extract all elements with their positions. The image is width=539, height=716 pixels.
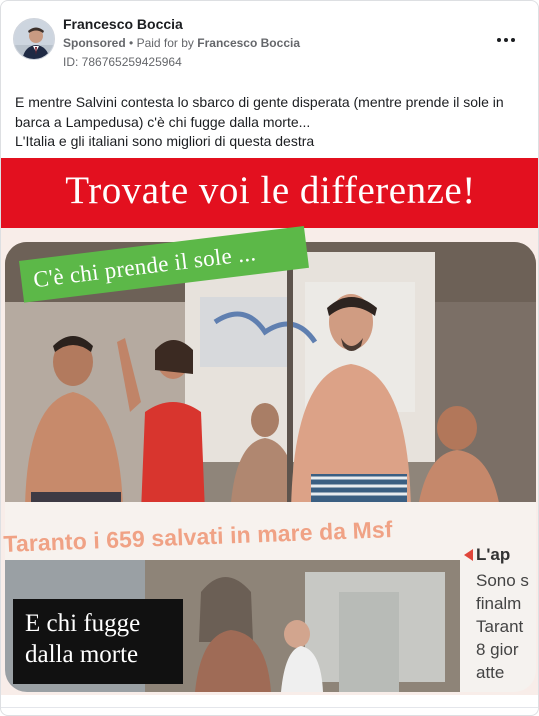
post-text-line: E mentre Salvini contesta lo sbarco di g… [15,94,504,110]
meta-separator: • [129,36,134,50]
more-options-icon-dot [511,38,515,42]
paid-for-name: Francesco Boccia [197,36,300,50]
creative-banner: Trovate voi le differenze! [1,158,538,228]
banner-text: Trovate voi le differenze! [65,169,476,212]
newspaper-aside-line: 8 gior [476,640,519,659]
more-options-button[interactable] [491,27,521,53]
newspaper-aside-line: Tarant [476,617,524,636]
newspaper-aside-line: finalm [476,594,522,613]
newspaper-aside-title: L'ap [476,545,511,564]
more-options-icon [497,38,501,42]
sponsored-label: Sponsored [63,36,126,50]
paid-for-prefix: Paid for by [136,36,194,50]
ad-creative-image[interactable]: Trovate voi le differenze! C'è chi prend… [1,158,538,695]
avatar[interactable] [13,18,55,60]
post-text-line: barca a Lampedusa) c'è chi fugge dalla m… [15,113,311,130]
post-text-line: L'Italia e gli italiani sono migliori di… [15,133,315,149]
black-caption-line: dalla morte [25,641,139,668]
avatar-photo [14,19,54,59]
more-options-icon-dot [504,38,508,42]
ad-id: ID: 786765259425964 [63,55,182,69]
newspaper-aside-line: Sono s [476,571,529,590]
ad-card: Francesco Boccia Sponsored • Paid for by… [0,0,539,716]
card-divider [1,707,538,708]
author-name[interactable]: Francesco Boccia [63,16,183,32]
arrow-left-icon [464,549,473,561]
black-caption-line: E chi fugge [25,610,141,637]
newspaper-aside-line: atte [476,663,505,682]
post-text: E mentre Salvini contesta lo sbarco di g… [15,93,525,152]
black-caption-label: E chi fugge dalla morte [13,599,183,684]
sponsored-meta: Sponsored • Paid for by Francesco Boccia [63,36,300,50]
